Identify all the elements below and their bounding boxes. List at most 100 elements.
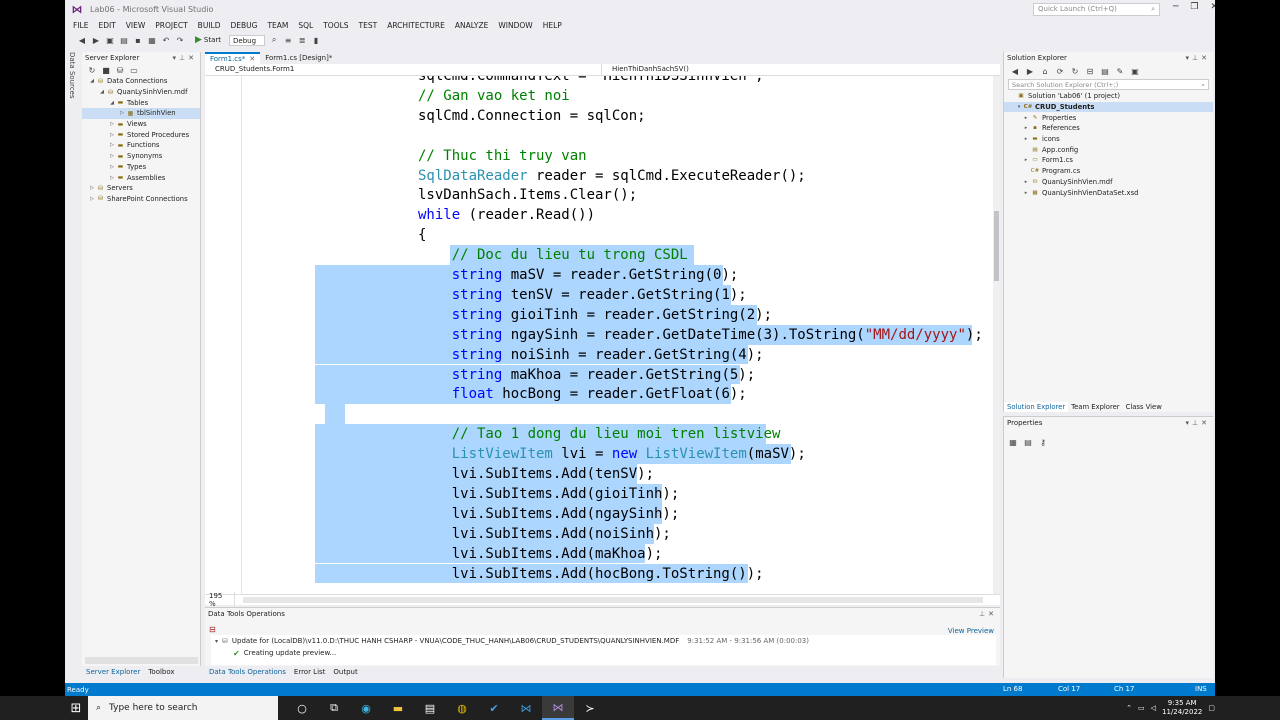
categorized-icon[interactable]: ▦ xyxy=(1008,437,1018,447)
solution-config-dropdown[interactable]: Debug xyxy=(229,34,266,46)
collapse-icon[interactable]: ◢ xyxy=(98,89,106,95)
expand-icon[interactable]: ▸ xyxy=(1022,179,1030,185)
solution-tree-item[interactable]: ▸ ✎ Properties xyxy=(1004,112,1213,123)
menu-debug[interactable]: DEBUG xyxy=(225,21,262,30)
menu-project[interactable]: PROJECT xyxy=(150,21,192,30)
data-sources-side-tab[interactable]: Data Sources xyxy=(68,52,76,99)
panel-close-icon[interactable]: ✕ xyxy=(188,54,197,62)
notifications-icon[interactable]: ▢ xyxy=(1208,704,1215,712)
solution-tree-item[interactable]: ▸ ⛁ QuanLySinhVien.mdf xyxy=(1004,177,1213,188)
solution-tree-item[interactable]: ▾ C# CRUD_Students xyxy=(1004,101,1213,113)
menu-help[interactable]: HELP xyxy=(538,21,567,30)
network-icon[interactable]: ▭ xyxy=(1138,704,1145,712)
tab-team-explorer[interactable]: Team Explorer xyxy=(1068,402,1122,412)
expand-icon[interactable]: ▷ xyxy=(108,153,116,159)
menu-test[interactable]: TEST xyxy=(354,21,383,30)
server-tree-item[interactable]: ▷ ▬ Stored Procedures xyxy=(82,129,200,140)
find-icon[interactable]: ⌕ xyxy=(269,35,279,45)
solution-tree-item[interactable]: ▸ ▬ icons xyxy=(1004,134,1213,145)
clock[interactable]: 9:35 AM 11/24/2022 xyxy=(1162,699,1202,717)
pin-icon[interactable]: ⊥ xyxy=(979,610,988,618)
collapse-icon[interactable]: ▾ xyxy=(1015,104,1023,110)
server-tree-item[interactable]: ▷ ⛁ Servers xyxy=(82,183,200,194)
solution-tree-item[interactable]: ▸ ▭ Form1.cs xyxy=(1004,155,1213,166)
save-all-icon[interactable]: ▦ xyxy=(147,35,157,45)
sync-icon[interactable]: ⟳ xyxy=(1055,66,1065,76)
server-tree-item[interactable]: ◢ ▬ Tables xyxy=(82,97,200,108)
server-tree-item[interactable]: ▷ ▬ Functions xyxy=(82,140,200,151)
horizontal-scrollbar[interactable] xyxy=(85,657,198,664)
panel-close-icon[interactable]: ✕ xyxy=(1201,54,1210,62)
server-tree-item[interactable]: ▷ ▬ Assemblies xyxy=(82,172,200,183)
menu-analyze[interactable]: ANALYZE xyxy=(450,21,494,30)
code-editor[interactable]: sqlCmd.CommandText = "HienThiDSSinhVien"… xyxy=(205,76,993,594)
save-icon[interactable]: ▪ xyxy=(133,35,143,45)
expand-icon[interactable]: ▸ xyxy=(1022,157,1030,163)
powershell-icon[interactable]: ≻ xyxy=(574,696,606,720)
document-tab[interactable]: Form1.cs* ✕ xyxy=(205,52,261,64)
redo-icon[interactable]: ↷ xyxy=(175,35,185,45)
vscode-icon[interactable]: ⋈ xyxy=(510,696,542,720)
solution-tree-item[interactable]: ▣ Solution 'Lab06' (1 project) xyxy=(1004,91,1213,102)
back-icon[interactable]: ◀ xyxy=(1010,66,1020,76)
visual-studio-icon[interactable]: ⋈ xyxy=(542,696,574,720)
server-tree-item[interactable]: ▷ ▬ Views xyxy=(82,119,200,130)
refresh-icon[interactable]: ↻ xyxy=(1070,66,1080,76)
tab-class-view[interactable]: Class View xyxy=(1123,402,1165,412)
new-project-icon[interactable]: ▣ xyxy=(105,35,115,45)
tab-server-explorer[interactable]: Server Explorer xyxy=(82,666,144,678)
server-tree-item[interactable]: ◢ ⛁ Data Connections xyxy=(82,76,200,87)
chevron-up-icon[interactable]: ⌃ xyxy=(1126,704,1132,712)
server-tree-item[interactable]: ▷ ▬ Synonyms xyxy=(82,151,200,162)
collapse-all-icon[interactable]: ⊟ xyxy=(1085,66,1095,76)
expand-icon[interactable]: ▸ xyxy=(1022,115,1030,121)
expand-icon[interactable]: ▷ xyxy=(108,142,116,148)
bookmark-icon[interactable]: ▮ xyxy=(311,35,321,45)
alphabetical-icon[interactable]: ▤ xyxy=(1023,437,1033,447)
minimize-icon[interactable]: ─ xyxy=(1173,2,1178,12)
open-icon[interactable]: ▤ xyxy=(119,35,129,45)
operation-row[interactable]: ▾ ⛁ Update for (LocalDB)\v11.0.D:\THUC H… xyxy=(211,635,996,647)
show-all-files-icon[interactable]: ▤ xyxy=(1100,66,1110,76)
pin-icon[interactable]: ⊥ xyxy=(179,54,188,62)
clear-icon[interactable]: ⊟ xyxy=(209,625,216,634)
chrome-icon[interactable]: ◍ xyxy=(446,696,478,720)
server-tree-item[interactable]: ▷ ▬ Types xyxy=(82,162,200,173)
server-tree-item[interactable]: ▷ ⛁ SharePoint Connections xyxy=(82,194,200,205)
property-pages-icon[interactable]: ⚷ xyxy=(1038,437,1048,447)
server-tree-item[interactable]: ▷ ▦ tblSinhVien xyxy=(82,108,200,119)
file-explorer-icon[interactable]: ▬ xyxy=(382,696,414,720)
expand-icon[interactable]: ▸ xyxy=(1022,190,1030,196)
zoom-level[interactable]: 195 % xyxy=(205,592,235,608)
refresh-icon[interactable]: ↻ xyxy=(87,65,97,75)
todo-icon[interactable]: ✔ xyxy=(478,696,510,720)
menu-view[interactable]: VIEW xyxy=(121,21,151,30)
tab-toolbox[interactable]: Toolbox xyxy=(144,666,178,678)
quick-launch-input[interactable]: Quick Launch (Ctrl+Q) ⌕ xyxy=(1033,3,1160,16)
properties-icon[interactable]: ✎ xyxy=(1115,66,1125,76)
document-tab[interactable]: Form1.cs [Design]* xyxy=(260,52,337,64)
solution-tree-item[interactable]: ▤ App.config xyxy=(1004,144,1213,155)
expand-icon[interactable]: ▷ xyxy=(108,175,116,181)
taskbar-search-box[interactable]: ⌕ Type here to search xyxy=(88,696,278,720)
task-view-icon[interactable]: ⧉ xyxy=(318,696,350,720)
edge-icon[interactable]: ◉ xyxy=(350,696,382,720)
expand-icon[interactable]: ▷ xyxy=(118,110,126,116)
pin-icon[interactable]: ⊥ xyxy=(1192,54,1201,62)
expand-icon[interactable]: ▾ xyxy=(215,638,218,645)
scroll-thumb[interactable] xyxy=(994,211,999,281)
tab-output[interactable]: Output xyxy=(329,666,361,678)
pin-icon[interactable]: ⊥ xyxy=(1192,419,1201,427)
editor-vertical-scrollbar[interactable] xyxy=(993,76,1000,594)
expand-icon[interactable]: ▷ xyxy=(108,132,116,138)
cortana-icon[interactable]: ○ xyxy=(286,696,318,720)
menu-file[interactable]: FILE xyxy=(68,21,93,30)
expand-icon[interactable]: ▷ xyxy=(108,121,116,127)
collapse-icon[interactable]: ◢ xyxy=(108,100,116,106)
member-dropdown[interactable]: HienThiDanhSachSV() xyxy=(602,64,699,75)
expand-icon[interactable]: ▸ xyxy=(1022,125,1030,131)
solution-tree-item[interactable]: C# Program.cs xyxy=(1004,166,1213,177)
forward-icon[interactable]: ▶ xyxy=(91,35,101,45)
solution-tree-item[interactable]: ▸ ▪ References xyxy=(1004,123,1213,134)
collapse-icon[interactable]: ◢ xyxy=(88,78,96,84)
